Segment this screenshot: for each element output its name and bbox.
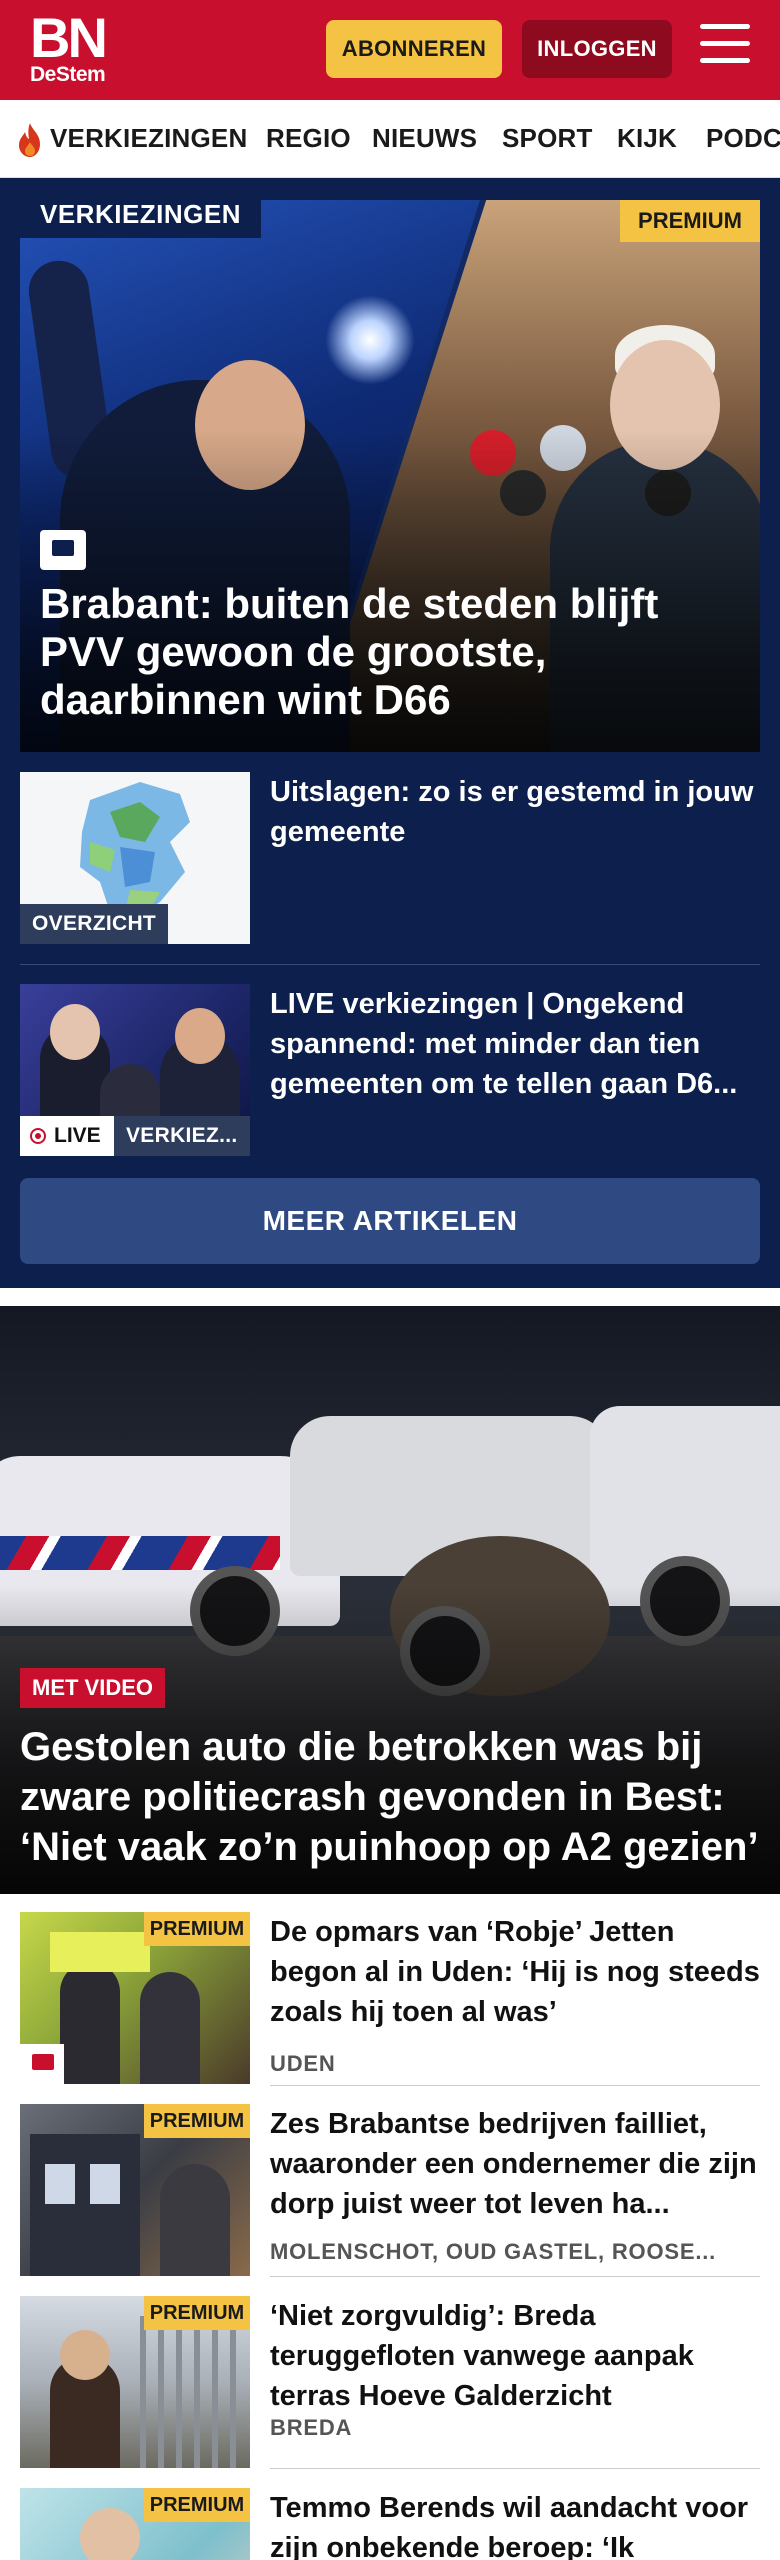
comment-icon <box>20 2044 64 2084</box>
nav-item-podcast[interactable]: PODC <box>706 120 780 156</box>
flame-icon <box>19 123 40 157</box>
nav-item-verkiezingen[interactable]: VERKIEZINGEN <box>50 120 247 156</box>
overview-label: OVERZICHT <box>20 904 169 944</box>
nav-item-sport[interactable]: SPORT <box>502 120 593 156</box>
logo-sub-text: DeStem <box>30 63 106 86</box>
nav-item-kijk[interactable]: KIJK <box>617 120 677 156</box>
article-location: MOLENSCHOT, OUD GASTEL, ROOSE... <box>270 2239 717 2264</box>
subscribe-button[interactable]: ABONNEREN <box>326 20 502 78</box>
divider <box>270 2276 760 2277</box>
more-articles-button[interactable]: MEER ARTIKELEN <box>20 1178 760 1264</box>
premium-badge: PREMIUM <box>144 2488 250 2522</box>
logo-main-text: BN <box>30 6 108 69</box>
premium-badge: PREMIUM <box>144 2296 250 2330</box>
map-thumbnail: OVERZICHT <box>20 772 250 944</box>
article-location: BREDA <box>270 2415 353 2440</box>
card-title[interactable]: LIVE verkiezingen | Ongekend spannend: m… <box>270 984 760 1104</box>
login-button[interactable]: INLOGGEN <box>522 20 672 78</box>
article-location: UDEN <box>270 2051 336 2076</box>
nav-item-nieuws[interactable]: NIEUWS <box>372 120 477 156</box>
video-tag: MET VIDEO <box>20 1668 166 1708</box>
section-nav: VERKIEZINGEN REGIO NIEUWS SPORT KIJK POD… <box>0 100 780 178</box>
live-thumbnail: LIVE VERKIEZ... <box>20 984 250 1156</box>
article-title[interactable]: Temmo Berends wil aandacht voor zijn onb… <box>270 2488 760 2560</box>
brand-logo[interactable]: BN DeStem <box>30 6 110 86</box>
article-title[interactable]: De opmars van ‘Robje’ Jetten begon al in… <box>270 1912 760 2032</box>
list-item[interactable]: PREMIUM Temmo Berends wil aandacht voor … <box>20 2488 760 2560</box>
comment-icon <box>40 530 86 570</box>
election-card-live[interactable]: LIVE VERKIEZ... LIVE verkiezingen | Onge… <box>20 984 760 1156</box>
divider <box>270 2468 760 2469</box>
nav-item-regio[interactable]: REGIO <box>266 120 351 156</box>
crash-headline[interactable]: Gestolen auto die betrokken was bij zwar… <box>20 1722 770 1872</box>
list-item[interactable]: PREMIUM ‘Niet zorgvuldig’: Breda terugge… <box>20 2296 760 2468</box>
article-thumbnail: PREMIUM <box>20 2104 250 2276</box>
live-label-text: LIVE <box>54 1124 101 1147</box>
article-thumbnail: PREMIUM <box>20 2296 250 2468</box>
article-title[interactable]: ‘Niet zorgvuldig’: Breda teruggefloten v… <box>270 2296 760 2416</box>
premium-badge: PREMIUM <box>144 2104 250 2138</box>
divider <box>270 2085 760 2086</box>
list-item[interactable]: PREMIUM Zes Brabantse bedrijven failliet… <box>20 2104 760 2276</box>
premium-badge: PREMIUM <box>620 200 760 242</box>
divider <box>20 964 760 965</box>
topic-label-small: VERKIEZ... <box>114 1116 250 1156</box>
hamburger-menu-icon[interactable] <box>700 24 752 72</box>
live-label: LIVE <box>20 1116 114 1156</box>
election-card-results[interactable]: OVERZICHT Uitslagen: zo is er gestemd in… <box>20 772 760 944</box>
live-dot-icon <box>30 1128 46 1144</box>
card-title[interactable]: Uitslagen: zo is er gestemd in jouw geme… <box>270 772 760 852</box>
hero-headline[interactable]: Brabant: buiten de steden blijft PVV gew… <box>40 580 740 724</box>
article-thumbnail: PREMIUM <box>20 2488 250 2560</box>
top-header: BN DeStem ABONNEREN INLOGGEN <box>0 0 780 100</box>
article-title[interactable]: Zes Brabantse bedrijven failliet, waaron… <box>270 2104 760 2224</box>
premium-badge: PREMIUM <box>144 1912 250 1946</box>
topic-label[interactable]: VERKIEZINGEN <box>20 190 262 238</box>
article-thumbnail: PREMIUM <box>20 1912 250 2084</box>
list-item[interactable]: PREMIUM De opmars van ‘Robje’ Jetten beg… <box>20 1912 760 2084</box>
